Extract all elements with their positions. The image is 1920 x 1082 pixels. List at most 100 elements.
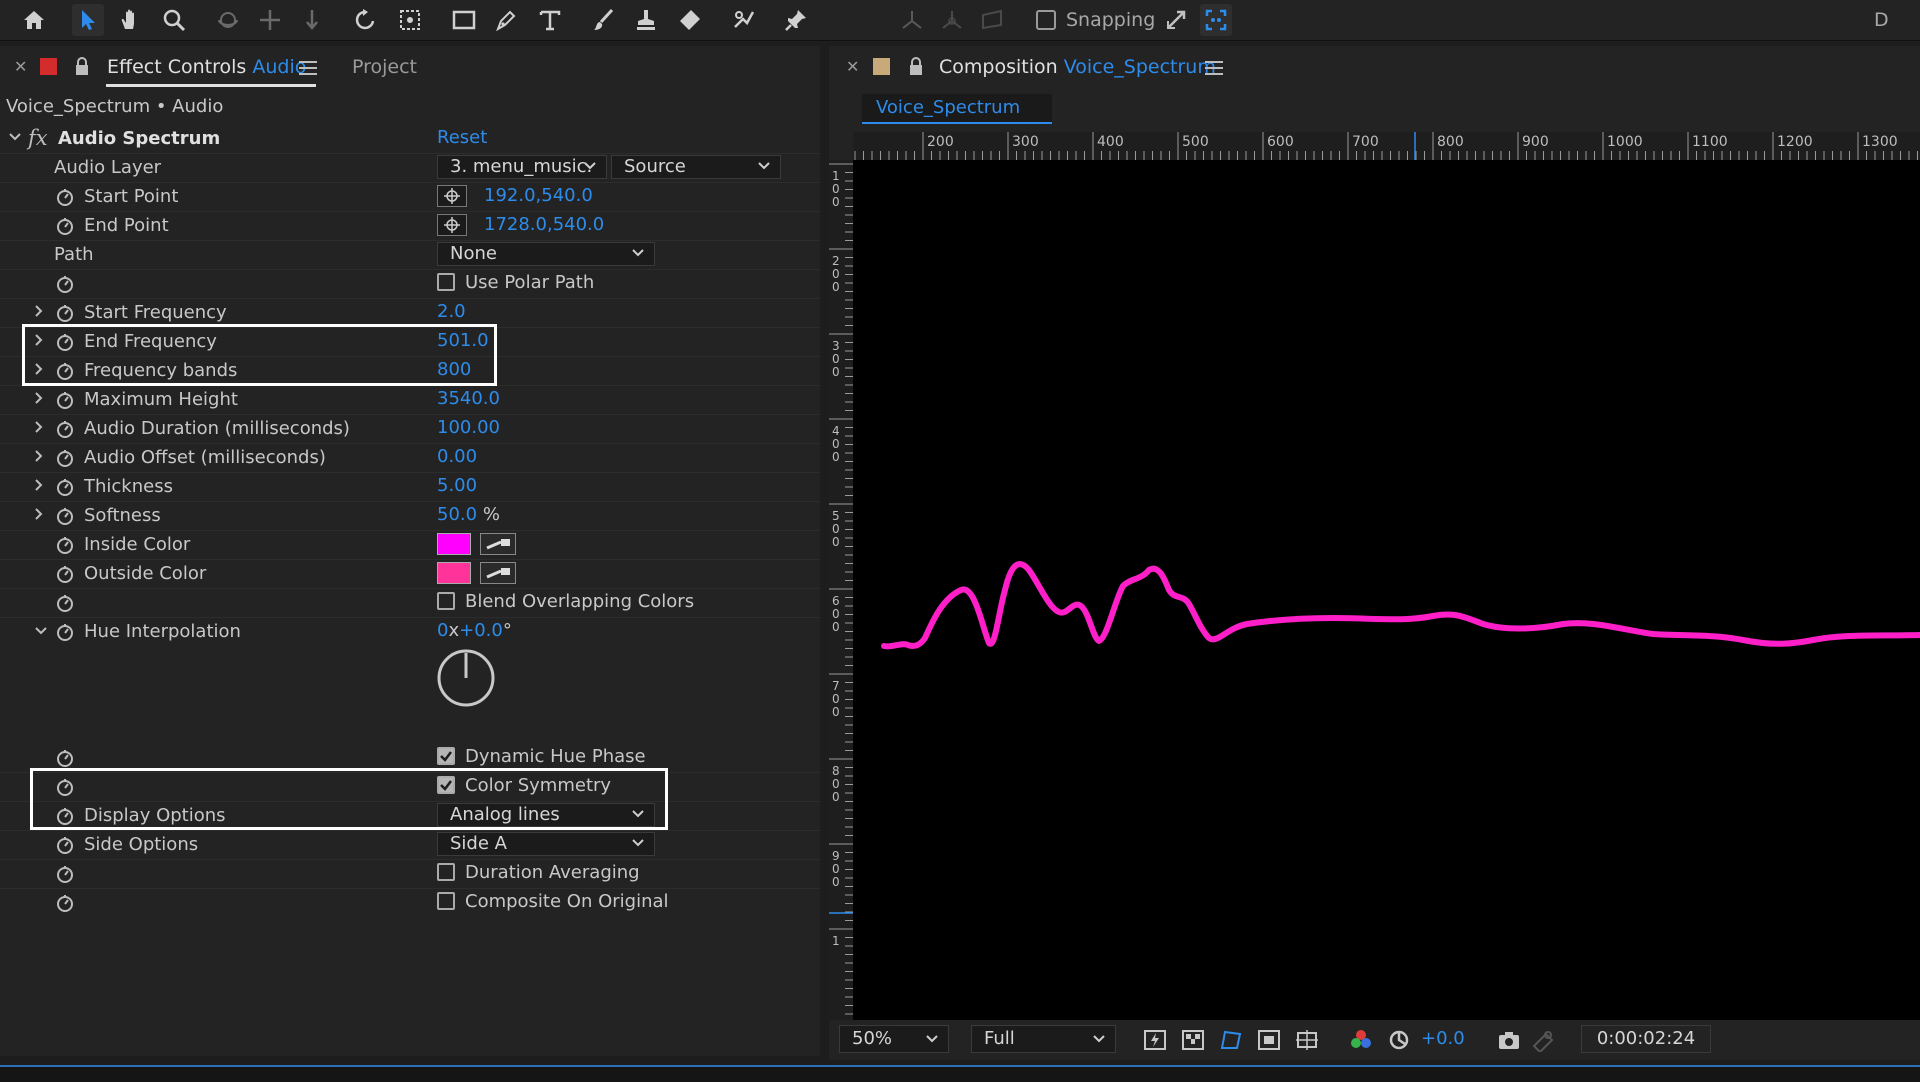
twirl-closed-icon[interactable]	[34, 420, 44, 434]
resolution-dropdown[interactable]: Full	[971, 1025, 1116, 1053]
twirl-closed-icon[interactable]	[34, 507, 44, 521]
rotation-tool-icon[interactable]	[350, 4, 382, 36]
stopwatch-icon[interactable]	[55, 835, 75, 855]
crosshair-target-icon[interactable]	[437, 214, 467, 236]
use-polar-path-checkbox[interactable]	[437, 273, 455, 291]
current-time-display[interactable]: 0:00:02:24	[1581, 1025, 1711, 1053]
lock-icon[interactable]	[907, 56, 925, 76]
start-frequency-value[interactable]: 2.0	[437, 301, 466, 322]
outside-color-swatch[interactable]	[437, 562, 471, 584]
stopwatch-icon[interactable]	[55, 564, 75, 584]
composite-on-original-checkbox[interactable]	[437, 892, 455, 910]
zoom-dropdown[interactable]: 50%	[839, 1025, 949, 1053]
snapping-checkbox[interactable]	[1036, 10, 1056, 30]
reset-link[interactable]: Reset	[437, 127, 487, 148]
dynamic-hue-phase-checkbox[interactable]	[437, 747, 455, 765]
stopwatch-icon[interactable]	[55, 748, 75, 768]
effect-controls-tab[interactable]: Effect Controls Audio	[107, 56, 306, 78]
color-channels-icon[interactable]	[1349, 1028, 1373, 1052]
stopwatch-icon[interactable]	[55, 216, 75, 236]
thickness-value[interactable]: 5.00	[437, 475, 477, 496]
type-tool-icon[interactable]	[534, 4, 566, 36]
dolly-camera-icon[interactable]	[296, 4, 328, 36]
zoom-tool-icon[interactable]	[158, 4, 190, 36]
twirl-closed-icon[interactable]	[34, 478, 44, 492]
side-options-dropdown[interactable]: Side A	[437, 832, 655, 856]
close-panel-icon[interactable]: ✕	[14, 57, 27, 76]
hue-interpolation-value[interactable]: 0x+0.0°	[437, 620, 512, 641]
softness-value[interactable]: 50.0 %	[437, 504, 500, 525]
composition-subtab[interactable]: Voice_Spectrum	[862, 94, 1052, 124]
panel-label-color-swatch[interactable]	[873, 58, 890, 75]
stopwatch-icon[interactable]	[55, 864, 75, 884]
axis-view-icon[interactable]	[976, 4, 1008, 36]
stopwatch-icon[interactable]	[55, 622, 75, 642]
exposure-value[interactable]: +0.0	[1421, 1028, 1465, 1049]
angle-dial[interactable]	[436, 648, 496, 708]
twirl-open-icon[interactable]	[8, 132, 21, 146]
duration-averaging-checkbox[interactable]	[437, 863, 455, 881]
panel-menu-icon[interactable]	[299, 61, 317, 75]
blend-overlapping-checkbox[interactable]	[437, 592, 455, 610]
pan-behind-icon[interactable]	[394, 4, 426, 36]
stopwatch-icon[interactable]	[55, 893, 75, 913]
selection-tool-icon[interactable]	[72, 4, 104, 36]
rectangle-tool-icon[interactable]	[448, 4, 480, 36]
fx-icon[interactable]: fx	[28, 126, 48, 150]
stopwatch-icon[interactable]	[55, 535, 75, 555]
camera-snapshot-icon[interactable]	[1497, 1028, 1521, 1052]
composition-viewer[interactable]	[853, 160, 1920, 1060]
stopwatch-icon[interactable]	[55, 187, 75, 207]
path-dropdown[interactable]: None	[437, 242, 655, 266]
audio-duration-value[interactable]: 100.00	[437, 417, 500, 438]
inside-color-swatch[interactable]	[437, 533, 471, 555]
stopwatch-icon[interactable]	[55, 419, 75, 439]
stopwatch-icon[interactable]	[55, 593, 75, 613]
maximum-height-value[interactable]: 3540.0	[437, 388, 500, 409]
home-icon[interactable]	[18, 4, 50, 36]
stopwatch-icon[interactable]	[55, 303, 75, 323]
crosshair-target-icon[interactable]	[437, 185, 467, 207]
project-tab[interactable]: Project	[352, 56, 417, 78]
orbit-camera-icon[interactable]	[212, 4, 244, 36]
stopwatch-icon[interactable]	[55, 477, 75, 497]
twirl-closed-icon[interactable]	[34, 391, 44, 405]
eyedropper-icon[interactable]	[480, 562, 516, 584]
twirl-closed-icon[interactable]	[34, 304, 44, 318]
show-snapshot-icon[interactable]	[1531, 1028, 1555, 1052]
fast-previews-icon[interactable]	[1143, 1028, 1167, 1052]
pen-tool-icon[interactable]	[490, 4, 522, 36]
axis-local-icon[interactable]	[896, 4, 928, 36]
pan-camera-icon[interactable]	[254, 4, 286, 36]
axis-world-icon[interactable]	[936, 4, 968, 36]
lock-icon[interactable]	[73, 56, 91, 76]
stopwatch-icon[interactable]	[55, 390, 75, 410]
panel-menu-icon[interactable]	[1205, 61, 1223, 75]
twirl-open-icon[interactable]	[34, 626, 48, 636]
twirl-closed-icon[interactable]	[34, 449, 44, 463]
audio-offset-value[interactable]: 0.00	[437, 446, 477, 467]
snap-features-icon[interactable]	[1200, 4, 1232, 36]
mask-visibility-icon[interactable]	[1219, 1028, 1243, 1052]
composition-tab[interactable]: Composition Voice_Spectrum	[939, 56, 1216, 78]
start-point-value[interactable]: 192.0,540.0	[484, 185, 593, 206]
audio-layer-dropdown[interactable]: 3. menu_music.	[437, 155, 607, 179]
transparency-grid-icon[interactable]	[1181, 1028, 1205, 1052]
reset-exposure-icon[interactable]	[1387, 1028, 1411, 1052]
eraser-tool-icon[interactable]	[674, 4, 706, 36]
close-panel-icon[interactable]: ✕	[846, 57, 859, 76]
roto-brush-icon[interactable]	[728, 4, 760, 36]
brush-tool-icon[interactable]	[588, 4, 620, 36]
clone-stamp-icon[interactable]	[630, 4, 662, 36]
snap-options-icon[interactable]	[1160, 4, 1192, 36]
workspace-label[interactable]: D	[1874, 9, 1889, 31]
region-of-interest-icon[interactable]	[1257, 1028, 1281, 1052]
end-point-value[interactable]: 1728.0,540.0	[484, 214, 604, 235]
stopwatch-icon[interactable]	[55, 274, 75, 294]
grid-guides-icon[interactable]	[1295, 1028, 1319, 1052]
audio-source-dropdown[interactable]: Source	[611, 155, 781, 179]
stopwatch-icon[interactable]	[55, 448, 75, 468]
puppet-pin-icon[interactable]	[780, 4, 812, 36]
panel-label-color-swatch[interactable]	[40, 58, 57, 75]
stopwatch-icon[interactable]	[55, 506, 75, 526]
